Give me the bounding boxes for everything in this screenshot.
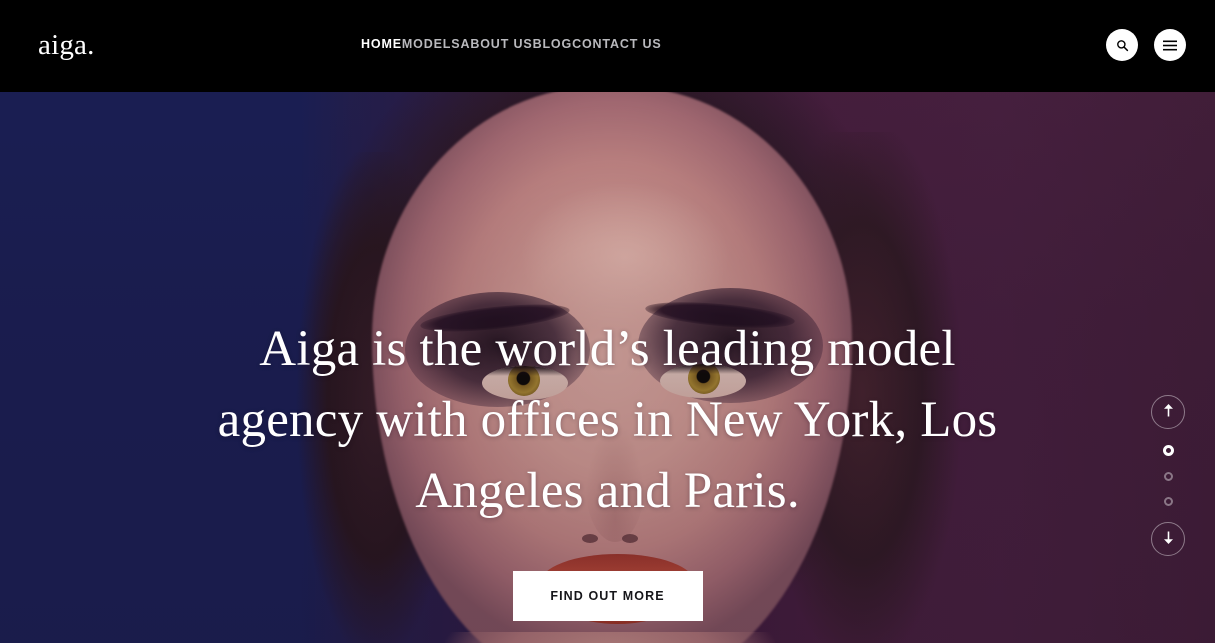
brand-logo[interactable]: aiga. [38,30,95,60]
nav-item-home[interactable]: HOME [361,37,402,51]
nav-item-about-us[interactable]: ABOUT US [460,37,532,51]
primary-navigation: HOME MODELS ABOUT US BLOG CONTACT US [361,37,662,51]
find-out-more-button[interactable]: FIND OUT MORE [512,571,703,621]
slider-pagination-dots [1162,445,1174,506]
nav-item-contact-us[interactable]: CONTACT US [572,37,662,51]
hamburger-menu-icon [1163,40,1177,51]
slider-prev-button[interactable] [1151,395,1185,429]
nav-item-blog[interactable]: BLOG [533,37,573,51]
nav-link-blog[interactable]: BLOG [533,37,573,51]
slider-dot-3[interactable] [1163,497,1173,506]
menu-button[interactable] [1154,29,1186,61]
slider-next-button[interactable] [1151,522,1185,556]
nav-link-about-us[interactable]: ABOUT US [460,37,532,51]
arrow-up-icon [1163,404,1174,420]
hero-headline: Aiga is the world’s leading model agency… [217,321,998,519]
site-header: aiga. HOME MODELS ABOUT US BLOG CONTACT … [0,0,1215,92]
hero-content: Aiga is the world’s leading model agency… [0,92,1215,643]
search-icon [1116,39,1129,52]
nav-item-models[interactable]: MODELS [402,37,461,51]
nav-link-models[interactable]: MODELS [402,37,461,51]
slider-dot-2[interactable] [1163,472,1173,481]
nav-link-home[interactable]: HOME [361,37,402,51]
slider-dot-1[interactable] [1162,445,1174,456]
slider-navigation-rail [1150,395,1186,556]
arrow-down-icon [1163,531,1174,547]
hero-section: Aiga is the world’s leading model agency… [0,92,1215,643]
search-button[interactable] [1106,29,1138,61]
nav-link-contact-us[interactable]: CONTACT US [572,37,662,51]
header-actions [1106,29,1186,61]
